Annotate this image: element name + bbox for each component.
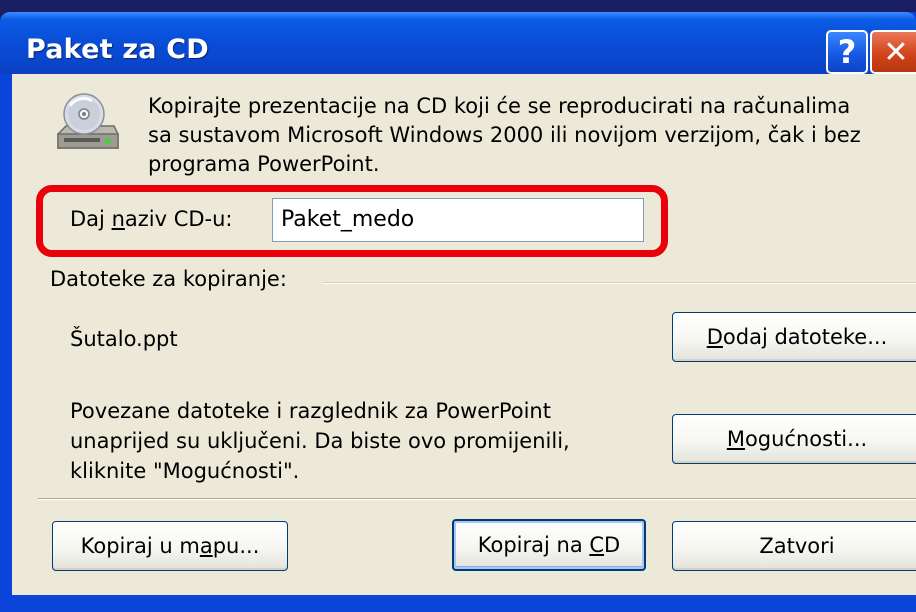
intro-text: Kopirajte prezentacije na CD koji će se …	[148, 92, 916, 179]
help-icon: ?	[837, 33, 857, 71]
window-title: Paket za CD	[26, 34, 209, 65]
close-window-button[interactable]: ✕	[870, 30, 916, 74]
footer-divider	[38, 498, 916, 500]
intro-line: sa sustavom Microsoft Windows 2000 ili n…	[148, 123, 861, 147]
cd-drive-icon	[57, 93, 119, 149]
file-list-item[interactable]: Šutalo.ppt	[70, 327, 178, 351]
copy-to-cd-button[interactable]: Kopiraj na CD	[452, 519, 646, 571]
cd-name-input[interactable]: Paket_medo	[272, 198, 644, 242]
linked-files-note: Povezane datoteke i razglednik za PowerP…	[70, 399, 570, 483]
group-divider	[324, 282, 916, 284]
title-bar[interactable]: Paket za CD ? ✕	[0, 12, 916, 74]
options-button[interactable]: Mogućnosti...	[672, 414, 916, 464]
intro-line: programa PowerPoint.	[148, 152, 380, 176]
help-button[interactable]: ?	[826, 30, 868, 74]
close-icon: ✕	[883, 34, 909, 70]
cd-name-value: Paket_medo	[281, 207, 415, 232]
files-group-label: Datoteke za kopiranje:	[50, 267, 287, 291]
copy-to-folder-button[interactable]: Kopiraj u mapu...	[52, 521, 288, 571]
cd-name-label: Daj naziv CD-u:	[70, 207, 233, 231]
intro-line: Kopirajte prezentacije na CD koji će se …	[148, 94, 851, 118]
close-button[interactable]: Zatvori	[672, 521, 916, 571]
add-files-button[interactable]: Dodaj datoteke...	[672, 312, 916, 362]
